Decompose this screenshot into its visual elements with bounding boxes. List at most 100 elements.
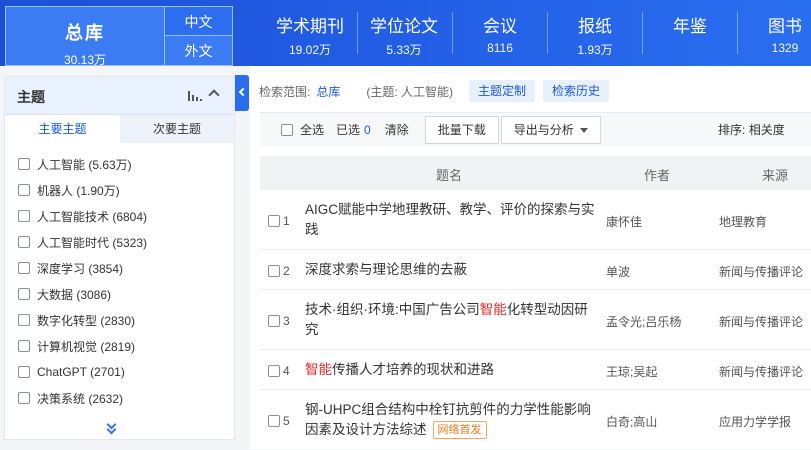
table-row: 5 钢-UHPC组合结构中栓钉抗剪件的力学性能影响因素及设计方法综述 网络首发 白…: [260, 390, 811, 450]
scope-value-link[interactable]: 总库: [316, 83, 340, 100]
topic-label: 人工智能技术 (6804): [37, 209, 148, 224]
header-source[interactable]: 来源: [762, 165, 788, 184]
table-row: 2 深度求索与理论思维的去蔽 单波 新闻与传播评论: [260, 250, 811, 290]
source-link[interactable]: 应用力学学报: [719, 413, 791, 430]
result-title-link[interactable]: 智能传播人才培养的现状和进路: [305, 360, 597, 380]
source-link[interactable]: 新闻与传播评论: [719, 363, 803, 380]
top-nav-bar: 总库 30.13万 中文 外文 学术期刊 19.02万 学位论文 5.33万 会…: [0, 0, 811, 67]
result-title-link[interactable]: AIGC赋能中学地理教研、教学、评价的探索与实践: [305, 200, 597, 240]
collapse-sidebar-button[interactable]: [235, 75, 249, 111]
checkbox[interactable]: [18, 366, 30, 378]
tab-secondary-topic[interactable]: 次要主题: [120, 115, 234, 143]
list-item[interactable]: 人工智能时代 (5323): [18, 229, 234, 255]
nav-divider: [452, 12, 453, 54]
header-title[interactable]: 题名: [436, 165, 462, 184]
checkbox[interactable]: [18, 184, 30, 196]
checkbox[interactable]: [18, 340, 30, 352]
nav-conference[interactable]: 会议 8116: [458, 12, 542, 60]
header-author[interactable]: 作者: [644, 165, 670, 184]
results-area: 检索范围: 总库 (主题: 人工智能) 主题定制 检索历史 全选 已选 0 清除…: [250, 66, 811, 449]
row-checkbox[interactable]: [268, 215, 280, 227]
export-analysis-dropdown[interactable]: 导出与分析: [500, 115, 601, 144]
row-number: 5: [283, 414, 290, 428]
topic-filter-panel: 主题 主要主题 次要主题 人工智能 (5.63万) 机器人 (1.90万) 人工…: [4, 76, 235, 440]
result-title-link[interactable]: 钢-UHPC组合结构中栓钉抗剪件的力学性能影响因素及设计方法综述 网络首发: [305, 400, 597, 440]
nav-journals[interactable]: 学术期刊 19.02万: [268, 12, 352, 60]
nav-yearbook[interactable]: 年鉴: [648, 12, 732, 60]
nav-theses-count: 5.33万: [386, 43, 422, 57]
row-checkbox[interactable]: [268, 415, 280, 427]
source-link[interactable]: 新闻与传播评论: [719, 263, 803, 280]
source-link[interactable]: 地理教育: [719, 213, 767, 230]
zongku-tab[interactable]: 总库 30.13万: [5, 6, 165, 67]
topic-label: ChatGPT (2701): [37, 365, 125, 379]
list-item[interactable]: 人工智能技术 (6804): [18, 203, 234, 229]
topic-custom-button[interactable]: 主题定制: [469, 80, 536, 102]
lang-chinese-button[interactable]: 中文: [164, 6, 233, 36]
nav-theses[interactable]: 学位论文 5.33万: [362, 12, 446, 60]
nav-newspaper-label: 报纸: [578, 17, 612, 36]
nav-journals-count: 19.02万: [288, 43, 332, 57]
author-link[interactable]: 单波: [606, 263, 630, 280]
checkbox[interactable]: [18, 158, 30, 170]
row-checkbox[interactable]: [268, 365, 280, 377]
sort-control[interactable]: 排序: 相关度: [718, 121, 785, 138]
topic-panel-header: 主题: [5, 77, 234, 115]
table-row: 4 智能传播人才培养的现状和进路 王琼;吴起 新闻与传播评论: [260, 350, 811, 390]
author-link[interactable]: 孟令光;吕乐杨: [606, 313, 681, 330]
title-highlight: 智能: [479, 302, 507, 317]
checkbox[interactable]: [18, 210, 30, 222]
topic-label: 计算机视觉 (2819): [37, 339, 136, 354]
author-link[interactable]: 白奇;高山: [606, 413, 657, 430]
caret-down-icon: [579, 127, 588, 133]
topic-label: 深度学习 (3854): [37, 261, 124, 276]
search-history-button[interactable]: 检索历史: [543, 80, 610, 102]
zongku-label: 总库: [65, 23, 105, 43]
source-link[interactable]: 新闻与传播评论: [719, 313, 803, 330]
nav-books[interactable]: 图书 1329: [743, 12, 811, 60]
result-title-link[interactable]: 深度求索与理论思维的去蔽: [305, 260, 597, 280]
row-checkbox[interactable]: [268, 315, 280, 327]
list-item[interactable]: 决策系统 (2632): [18, 385, 234, 411]
zongku-count: 30.13万: [63, 53, 107, 67]
results-toolbar: 全选 已选 0 清除 批量下载 导出与分析 排序: 相关度: [260, 112, 811, 146]
topic-label: 人工智能时代 (5323): [37, 235, 148, 250]
expand-more-icon[interactable]: [105, 419, 119, 435]
nav-newspaper[interactable]: 报纸 1.93万: [553, 12, 637, 60]
author-link[interactable]: 康怀佳: [606, 213, 642, 230]
title-highlight: 智能: [305, 362, 332, 377]
lang-foreign-button[interactable]: 外文: [164, 36, 233, 66]
chevron-up-icon[interactable]: [208, 89, 220, 101]
bar-chart-icon[interactable]: [188, 90, 202, 101]
select-all-label: 全选: [300, 123, 325, 137]
list-item[interactable]: 机器人 (1.90万): [18, 177, 234, 203]
nav-divider: [357, 12, 358, 54]
title-text: 深度求索与理论思维的去蔽: [305, 262, 467, 277]
checkbox[interactable]: [18, 262, 30, 274]
list-item[interactable]: ChatGPT (2701): [18, 359, 234, 385]
list-item[interactable]: 数字化转型 (2830): [18, 307, 234, 333]
list-item[interactable]: 人工智能 (5.63万): [18, 151, 234, 177]
nav-divider: [737, 12, 738, 54]
row-checkbox[interactable]: [268, 265, 280, 277]
select-all-checkbox[interactable]: [281, 123, 293, 136]
batch-download-button[interactable]: 批量下载: [424, 115, 499, 144]
author-link[interactable]: 王琼;吴起: [606, 363, 657, 380]
topic-panel-title: 主题: [17, 89, 45, 105]
checkbox[interactable]: [18, 392, 30, 404]
nav-newspaper-count: 1.93万: [577, 43, 613, 57]
topic-label: 数字化转型 (2830): [37, 313, 136, 328]
topic-list: 人工智能 (5.63万) 机器人 (1.90万) 人工智能技术 (6804) 人…: [5, 143, 234, 411]
result-title-link[interactable]: 技术·组织·环境:中国广告公司智能化转型动因研究: [305, 300, 597, 340]
chevron-left-icon: [238, 87, 248, 97]
list-item[interactable]: 计算机视觉 (2819): [18, 333, 234, 359]
checkbox[interactable]: [18, 236, 30, 248]
list-item[interactable]: 深度学习 (3854): [18, 255, 234, 281]
online-first-badge: 网络首发: [432, 421, 487, 440]
list-item[interactable]: 大数据 (3086): [18, 281, 234, 307]
tab-primary-topic[interactable]: 主要主题: [5, 115, 120, 143]
checkbox[interactable]: [18, 288, 30, 300]
select-all[interactable]: 全选: [281, 121, 324, 138]
clear-link[interactable]: 清除: [385, 121, 409, 138]
checkbox[interactable]: [18, 314, 30, 326]
